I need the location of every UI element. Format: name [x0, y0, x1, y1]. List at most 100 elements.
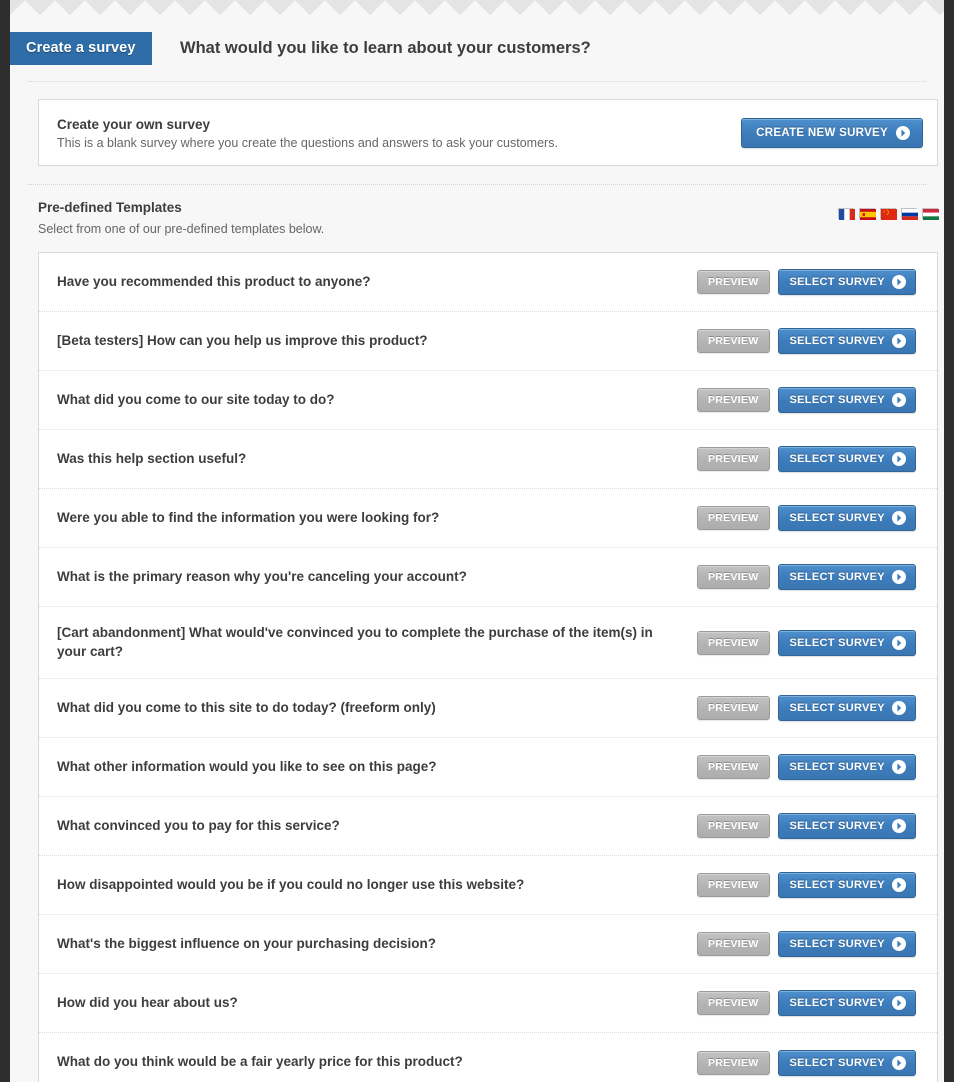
- select-survey-button[interactable]: SELECT SURVEY: [777, 387, 916, 413]
- preview-button[interactable]: PREVIEW: [697, 814, 770, 838]
- template-question-label: What is the primary reason why you're ca…: [57, 568, 467, 584]
- select-survey-label: SELECT SURVEY: [789, 702, 885, 714]
- preview-button[interactable]: PREVIEW: [697, 991, 770, 1015]
- preview-button[interactable]: PREVIEW: [697, 630, 770, 655]
- select-survey-label: SELECT SURVEY: [789, 636, 885, 649]
- template-row: How did you hear about us? PREVIEW SELECT …: [39, 974, 937, 1033]
- template-row: [Cart abandonment] What would've convinc…: [39, 607, 937, 679]
- russia-flag-icon[interactable]: [901, 208, 918, 220]
- chevron-right-icon: [891, 937, 906, 951]
- header-divider: [28, 81, 926, 82]
- template-row-actions: PREVIEW SELECT SURVEY: [697, 446, 916, 472]
- template-question-label: What did you come to our site today to d…: [57, 391, 335, 407]
- chevron-right-icon: [891, 452, 906, 466]
- template-list: Have you recommended this product to any…: [38, 252, 938, 1082]
- chevron-right-icon: [891, 701, 906, 715]
- select-survey-label: SELECT SURVEY: [789, 879, 885, 891]
- template-row-actions: PREVIEW SELECT SURVEY: [697, 695, 916, 721]
- preview-button[interactable]: PREVIEW: [697, 270, 770, 294]
- template-row-actions: PREVIEW SELECT SURVEY: [697, 813, 916, 839]
- select-survey-button[interactable]: SELECT SURVEY: [777, 269, 916, 295]
- france-flag-icon[interactable]: [838, 208, 855, 220]
- select-survey-button[interactable]: SELECT SURVEY: [777, 629, 916, 656]
- chevron-right-icon: [891, 1055, 906, 1070]
- chevron-right-icon: [891, 996, 906, 1010]
- select-survey-button[interactable]: SELECT SURVEY: [777, 990, 916, 1016]
- chevron-right-icon: [891, 393, 906, 407]
- create-new-survey-button[interactable]: CREATE NEW SURVEY: [741, 118, 923, 148]
- template-row-actions: PREVIEW SELECT SURVEY: [697, 990, 916, 1016]
- template-row-actions: PREVIEW SELECT SURVEY: [697, 387, 916, 413]
- template-row: What other information would you like to…: [39, 738, 937, 797]
- template-row-actions: PREVIEW SELECT SURVEY: [697, 269, 916, 295]
- template-row: Have you recommended this product to any…: [39, 253, 937, 312]
- template-row: [Beta testers] How can you help us impro…: [39, 312, 937, 371]
- select-survey-label: SELECT SURVEY: [789, 571, 885, 583]
- chevron-right-icon: [891, 334, 906, 348]
- template-row-actions: PREVIEW SELECT SURVEY: [697, 328, 916, 354]
- templates-divider: [28, 184, 926, 185]
- china-flag-icon[interactable]: [880, 208, 897, 220]
- template-question-label: What did you come to this site to do tod…: [57, 699, 436, 715]
- select-survey-label: SELECT SURVEY: [789, 997, 885, 1009]
- template-row: How disappointed would you be if you cou…: [39, 856, 937, 915]
- template-question-label: What convinced you to pay for this servi…: [57, 817, 340, 833]
- select-survey-button[interactable]: SELECT SURVEY: [777, 931, 916, 957]
- preview-button[interactable]: PREVIEW: [697, 873, 770, 897]
- preview-button[interactable]: PREVIEW: [697, 696, 770, 720]
- select-survey-button[interactable]: SELECT SURVEY: [777, 695, 916, 721]
- chevron-right-icon: [891, 511, 906, 525]
- select-survey-label: SELECT SURVEY: [789, 276, 885, 288]
- preview-button[interactable]: PREVIEW: [697, 1050, 770, 1075]
- template-question-label: [Beta testers] How can you help us impro…: [57, 332, 428, 348]
- template-question-label: Have you recommended this product to any…: [57, 273, 371, 289]
- select-survey-label: SELECT SURVEY: [789, 820, 885, 832]
- select-survey-button[interactable]: SELECT SURVEY: [777, 813, 916, 839]
- preview-button[interactable]: PREVIEW: [697, 932, 770, 956]
- create-own-survey-title: Create your own survey: [57, 117, 211, 132]
- tab-create-a-survey[interactable]: Create a survey: [10, 32, 152, 65]
- select-survey-label: SELECT SURVEY: [789, 335, 885, 347]
- template-question-label: Was this help section useful?: [57, 450, 247, 466]
- select-survey-button[interactable]: SELECT SURVEY: [777, 754, 916, 780]
- template-row: What do you think would be a fair yearly…: [39, 1033, 937, 1082]
- preview-button[interactable]: PREVIEW: [697, 388, 770, 412]
- select-survey-button[interactable]: SELECT SURVEY: [777, 872, 916, 898]
- chevron-right-icon: [896, 126, 910, 140]
- template-question-label: How disappointed would you be if you cou…: [57, 876, 525, 892]
- select-survey-button[interactable]: SELECT SURVEY: [777, 328, 916, 354]
- preview-button[interactable]: PREVIEW: [697, 447, 770, 471]
- template-row-actions: PREVIEW SELECT SURVEY: [697, 505, 916, 531]
- page-header: Create a survey What would you like to l…: [10, 32, 944, 66]
- select-survey-label: SELECT SURVEY: [789, 512, 885, 524]
- select-survey-button[interactable]: SELECT SURVEY: [777, 446, 916, 472]
- select-survey-button[interactable]: SELECT SURVEY: [777, 564, 916, 590]
- template-row-actions: PREVIEW SELECT SURVEY: [697, 931, 916, 957]
- select-survey-button[interactable]: SELECT SURVEY: [777, 1049, 916, 1076]
- select-survey-label: SELECT SURVEY: [789, 761, 885, 773]
- select-survey-label: SELECT SURVEY: [789, 938, 885, 950]
- preview-button[interactable]: PREVIEW: [697, 506, 770, 530]
- preview-button[interactable]: PREVIEW: [697, 565, 770, 589]
- chevron-right-icon: [891, 570, 906, 584]
- page-frame: Create a survey What would you like to l…: [0, 0, 954, 1082]
- spain-flag-icon[interactable]: [859, 208, 876, 220]
- chevron-right-icon: [891, 275, 906, 289]
- create-new-survey-label: CREATE NEW SURVEY: [756, 127, 888, 139]
- preview-button[interactable]: PREVIEW: [697, 329, 770, 353]
- template-row-actions: PREVIEW SELECT SURVEY: [697, 872, 916, 898]
- template-row-actions: PREVIEW SELECT SURVEY: [697, 629, 916, 656]
- preview-button[interactable]: PREVIEW: [697, 755, 770, 779]
- select-survey-button[interactable]: SELECT SURVEY: [777, 505, 916, 531]
- template-question-label: What's the biggest influence on your pur…: [57, 935, 436, 951]
- chevron-right-icon: [891, 878, 906, 892]
- template-row: What did you come to this site to do tod…: [39, 679, 937, 738]
- template-question-label: What do you think would be a fair yearly…: [57, 1054, 463, 1070]
- template-row-actions: PREVIEW SELECT SURVEY: [697, 564, 916, 590]
- template-row: What's the biggest influence on your pur…: [39, 915, 937, 974]
- template-row: What convinced you to pay for this servi…: [39, 797, 937, 856]
- language-flag-list: [838, 208, 939, 220]
- template-row-actions: PREVIEW SELECT SURVEY: [697, 754, 916, 780]
- hungary-flag-icon[interactable]: [922, 208, 939, 220]
- zigzag-cover: [10, 16, 944, 22]
